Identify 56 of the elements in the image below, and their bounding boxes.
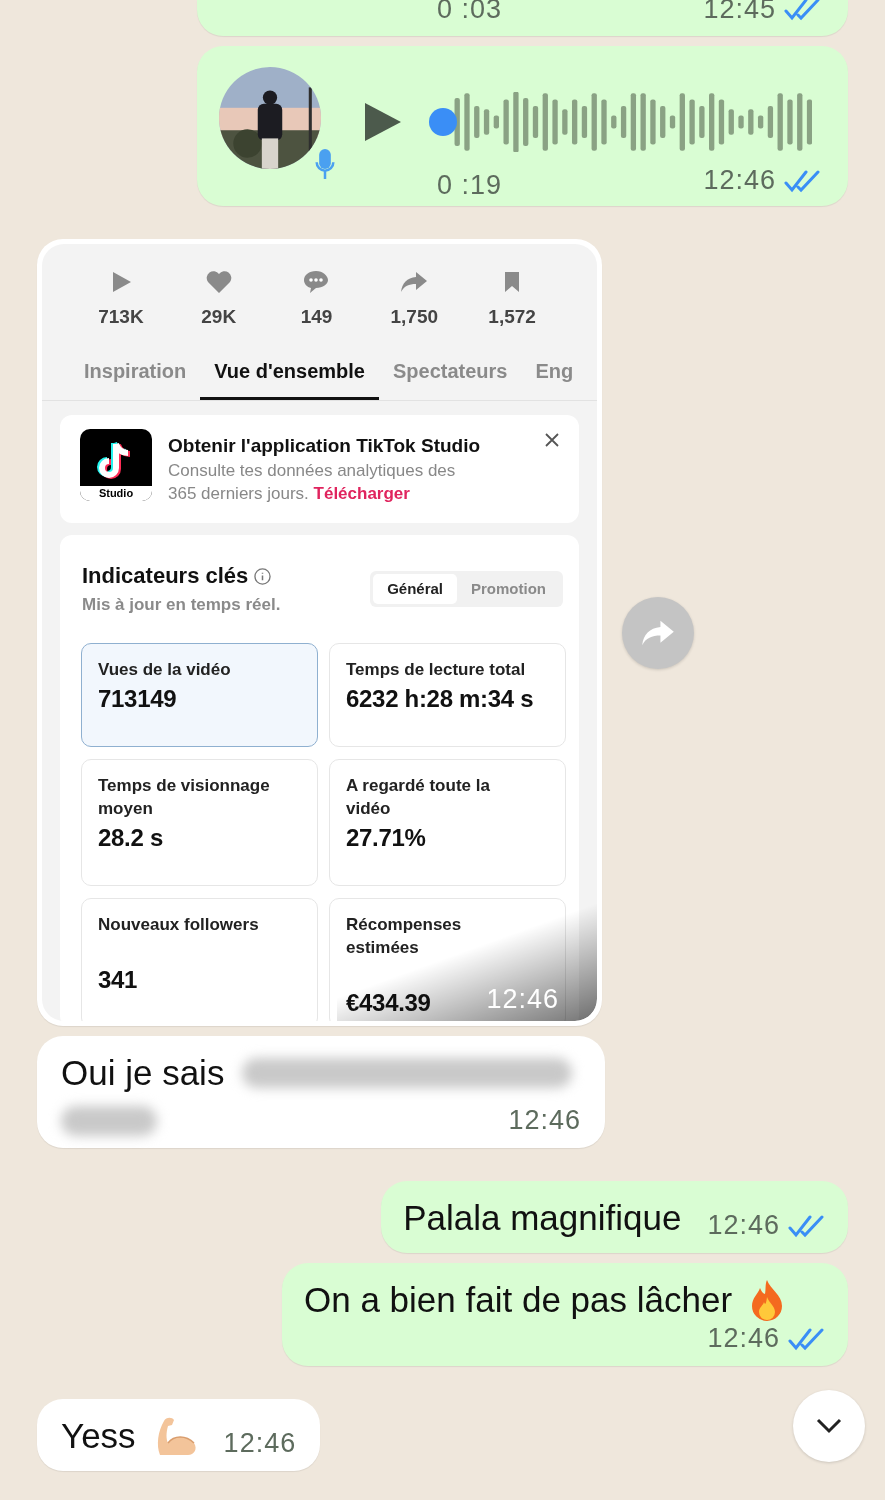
metric-value: 713149 [98,685,177,713]
chevron-down-icon [815,1417,843,1435]
scroll-down-button[interactable] [793,1390,865,1462]
voice-message-bubble[interactable]: 0 :19 12:46 [197,46,848,206]
metric-value: 6232 h:28 m:34 s [346,685,534,713]
share-arrow-icon [641,619,675,647]
metric-label: Nouveaux followers [98,914,260,936]
section-subtitle: Mis à jour en temps réel. [82,595,281,615]
metric-card[interactable]: Vues de la vidéo 713149 [81,643,318,747]
message-time: 12:46 [508,1105,581,1136]
message-time: 12:46 [223,1428,297,1459]
metric-value: 27.71% [346,824,426,852]
stat-count: 149 [300,306,333,328]
section-title: Indicateurs clés [82,563,249,589]
metric-label: Temps de visionnage moyen [98,775,271,820]
metric-value: €434.39 [346,989,431,1017]
play-icon[interactable] [365,103,401,141]
message-text: Oui je sais [61,1052,225,1094]
message-time: 12:46 [707,1210,780,1241]
metric-label: Temps de lecture total [346,659,527,681]
app-icon: Studio [80,429,152,501]
metric-card[interactable]: Temps de lecture total 6232 h:28 m:34 s [329,643,566,747]
tab[interactable]: Vue d'ensemble [200,356,379,400]
metric-label: A regardé toute la vidéo [346,775,491,820]
metric-label: Récompenses estimées [346,914,463,959]
info-icon[interactable] [254,567,272,585]
close-icon[interactable] [545,433,559,447]
stat-count: 1,572 [488,306,536,328]
message-time: 12:46 [486,984,559,1014]
share-arrow-icon [400,270,429,294]
message-time: 12:46 [707,1323,780,1354]
metric-card[interactable]: Nouveaux followers 341 [81,898,318,1021]
stat-count: 1,750 [390,306,439,328]
playback-handle[interactable] [429,108,457,136]
stat-count: 713K [98,306,144,328]
metric-card[interactable]: Temps de visionnage moyen 28.2 s [81,759,318,886]
message-text: Palala magnifique [403,1197,682,1239]
stat-count: 29K [201,306,237,328]
comment-icon [303,270,330,294]
fire-icon [750,1279,785,1321]
voice-duration: 0 :19 [437,170,503,201]
message-time: 12:46 [703,165,776,196]
download-link[interactable]: Télécharger [313,484,410,503]
promo-text: Consulte tes données analytiques des 365 derniers jours. Télécharger [168,460,457,505]
metric-value: 341 [98,966,138,994]
metric-card[interactable]: Récompenses estimées €434.39 12:46 [329,898,566,1021]
message-text: On a bien fait de pas lâcher [304,1279,733,1321]
segment-option[interactable]: Général [373,574,457,604]
message-text: Yess [61,1415,136,1457]
metric-value: 28.2 s [98,824,163,852]
promo-title: Obtenir l'application TikTok Studio [168,435,481,457]
bookmark-icon [503,270,522,294]
microphone-icon [315,147,335,181]
heart-icon [205,270,232,294]
metric-label: Vues de la vidéo [98,659,232,681]
metric-card[interactable]: A regardé toute la vidéo 27.71% [329,759,566,886]
